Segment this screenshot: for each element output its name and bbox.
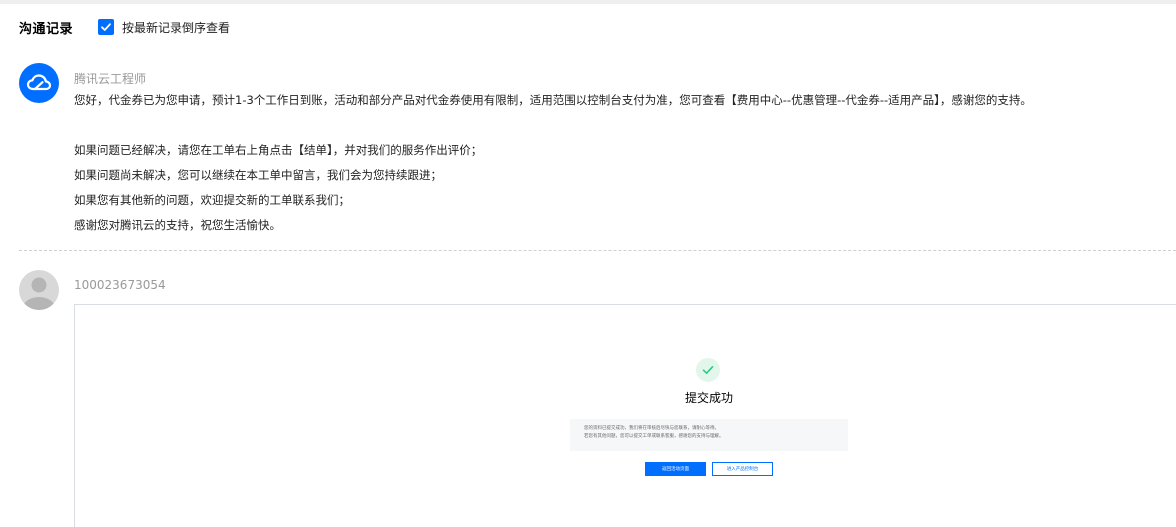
screenshot-attachment[interactable]	[74, 304, 1176, 527]
message-line: 如果问题尚未解决，您可以继续在本工单中留言，我们会为您持续跟进；	[74, 168, 442, 182]
success-notice-box: 您的资料已提交成功，我们将在审核后尽快与您联系，请耐心等待。 若您有其他问题，您…	[570, 419, 848, 451]
cloud-logo-icon	[26, 74, 52, 91]
success-check-icon	[696, 358, 720, 382]
console-button[interactable]: 进入产品控制台	[712, 462, 773, 476]
engineer-avatar	[19, 63, 59, 103]
default-user-avatar-icon	[23, 277, 55, 310]
notice-line: 您的资料已提交成功，我们将在审核后尽快与您联系，请耐心等待。	[584, 426, 719, 431]
notice-line: 若您有其他问题，您可以提交工单或联系客服，感谢您的支持与理解。	[584, 434, 724, 439]
message-line: 感谢您对腾讯云的支持，祝您生活愉快。	[74, 218, 281, 232]
message-line: 如果问题已经解决，请您在工单右上角点击【结单】，并对我们的服务作出评价；	[74, 143, 483, 157]
return-button[interactable]: 返回活动页面	[645, 462, 706, 476]
success-title: 提交成功	[684, 391, 733, 405]
message-line: 您好，代金券已为您申请，预计1-3个工作日到账，活动和部分产品对代金券使用有限制…	[74, 93, 1032, 107]
top-strip	[0, 0, 1176, 4]
engineer-name: 腾讯云工程师	[74, 72, 147, 86]
sort-checkbox-label[interactable]: 按最新记录倒序查看	[122, 19, 230, 36]
sort-newest-first-toggle[interactable]: 按最新记录倒序查看	[98, 19, 230, 36]
checkmark-icon	[101, 23, 111, 31]
user-avatar	[19, 270, 59, 310]
message-divider	[19, 250, 1176, 251]
user-id: 100023673054	[74, 278, 166, 292]
message-line: 如果您有其他新的问题，欢迎提交新的工单联系我们；	[74, 193, 350, 207]
section-title: 沟通记录	[19, 21, 74, 37]
communication-header: 沟通记录 按最新记录倒序查看	[19, 17, 230, 37]
message-line-blank	[74, 116, 1164, 141]
sort-checkbox[interactable]	[98, 19, 115, 35]
engineer-message-body: 您好，代金券已为您申请，预计1-3个工作日到账，活动和部分产品对代金券使用有限制…	[74, 91, 1164, 241]
